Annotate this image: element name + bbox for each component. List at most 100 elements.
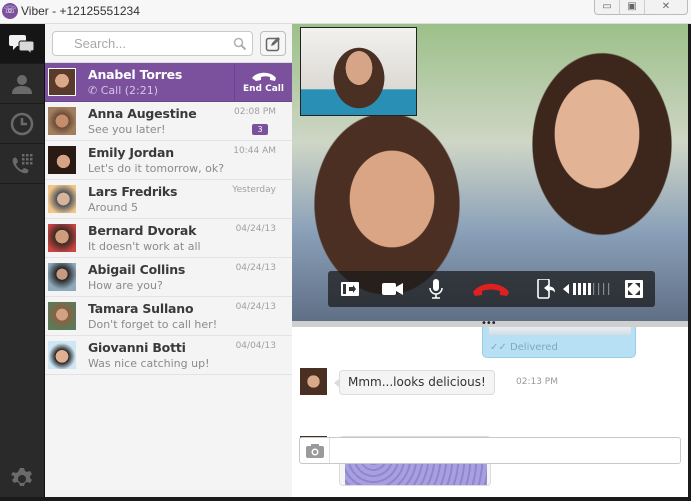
double-check-icon: ✓✓ [490, 342, 510, 353]
volume-control[interactable] [563, 279, 613, 299]
conversation-item[interactable]: Anna Augestine See you later! 02:08 PM 3 [45, 102, 292, 141]
chat-bubbles-icon [9, 34, 35, 55]
volume-bar [593, 283, 595, 295]
person-icon [12, 74, 32, 94]
title-bar: ☏ Viber - +12125551234 ▭ ▣ ✕ [0, 0, 691, 24]
message-time: 10:44 AM [233, 146, 276, 156]
gear-icon [11, 467, 32, 486]
contact-name: Anabel Torres [88, 67, 183, 82]
maximize-button[interactable]: ▣ [620, 0, 645, 14]
fullscreen-button[interactable] [623, 279, 645, 299]
message-time: 04/24/13 [235, 302, 276, 312]
message-time: 02:13 PM [516, 377, 558, 387]
nav-recents-button[interactable] [0, 104, 44, 144]
last-message: Let's do it tomorrow, ok? [88, 162, 225, 175]
hang-up-icon [251, 72, 276, 81]
volume-bar [583, 283, 586, 295]
conversation-item[interactable]: Giovanni Botti Was nice catching up! 04/… [45, 336, 292, 375]
outgoing-message: ✓✓ Delivered [482, 327, 636, 358]
last-message: See you later! [88, 123, 166, 136]
call-status: ✆ Call (2:21) [88, 84, 158, 97]
compose-icon [265, 36, 280, 51]
message-time: 04/04/13 [235, 341, 276, 351]
volume-icon [563, 283, 610, 295]
video-toggle-button[interactable] [381, 279, 405, 299]
camera-icon [305, 443, 324, 458]
avatar [48, 146, 76, 174]
hang-up-icon [473, 283, 509, 296]
search-icon [233, 37, 247, 51]
avatar [48, 224, 76, 252]
call-controls-bar [328, 271, 655, 307]
avatar [300, 368, 327, 395]
contact-name: Tamara Sullano [88, 301, 194, 316]
contact-name: Abigail Collins [88, 262, 186, 277]
unread-badge: 3 [252, 124, 268, 135]
sent-image [489, 327, 631, 335]
last-message: Was nice catching up! [88, 357, 210, 370]
last-message: It doesn't work at all [88, 240, 201, 253]
volume-bar [578, 283, 581, 295]
search-bar [45, 24, 292, 63]
volume-bar [608, 283, 610, 295]
message-input[interactable] [334, 441, 674, 460]
chat-view: ••• ✓✓ Delivered Mmm...looks delicious! … [292, 318, 688, 497]
message-composer [299, 437, 681, 464]
self-video-preview [300, 27, 417, 116]
clock-icon [10, 112, 34, 135]
settings-button[interactable] [0, 460, 44, 497]
last-message: How are you? [88, 279, 163, 292]
transfer-to-mobile-button[interactable] [535, 279, 557, 299]
volume-bar [588, 283, 591, 295]
conversation-item[interactable]: Tamara Sullano Don't forget to call her!… [45, 297, 292, 336]
message-time: 02:08 PM [234, 107, 276, 117]
contact-name: Anna Augestine [88, 106, 197, 121]
conversation-item[interactable]: Lars Fredriks Around 5 Yesterday [45, 180, 292, 219]
app-frame: Anabel Torres ✆ Call (2:21) End Call Ann… [0, 24, 691, 501]
volume-bar [598, 283, 600, 295]
end-call-button[interactable]: End Call [234, 63, 292, 101]
mute-button[interactable] [426, 279, 446, 299]
microphone-icon [429, 279, 443, 299]
search-input[interactable] [74, 34, 224, 53]
nav-contacts-button[interactable] [0, 64, 44, 104]
contact-name: Emily Jordan [88, 145, 174, 160]
contact-name: Lars Fredriks [88, 184, 178, 199]
last-message: Don't forget to call her! [88, 318, 218, 331]
phone-keypad-icon [12, 153, 33, 173]
hang-up-button[interactable] [470, 279, 512, 299]
nav-keypad-button[interactable] [0, 144, 44, 184]
conversation-item[interactable]: Abigail Collins How are you? 04/24/13 [45, 258, 292, 297]
delivery-status: ✓✓ Delivered [490, 342, 558, 353]
nav-chats-button[interactable] [0, 24, 44, 64]
left-nav [0, 24, 44, 497]
search-field[interactable] [52, 31, 253, 56]
avatar [48, 68, 76, 96]
window-title: Viber - +12125551234 [21, 4, 140, 18]
conversation-item[interactable]: Bernard Dvorak It doesn't work at all 04… [45, 219, 292, 258]
conversation-item[interactable]: Emily Jordan Let's do it tomorrow, ok? 1… [45, 141, 292, 180]
end-call-label: End Call [243, 84, 284, 94]
contact-name: Bernard Dvorak [88, 223, 197, 238]
compose-button[interactable] [260, 31, 286, 56]
avatar [48, 263, 76, 291]
fullscreen-icon [625, 280, 643, 298]
avatar [48, 302, 76, 330]
transfer-call-button[interactable] [338, 279, 362, 299]
transfer-call-icon [341, 282, 359, 296]
minimize-button[interactable]: ▭ [595, 0, 620, 14]
conversation-item-active[interactable]: Anabel Torres ✆ Call (2:21) End Call [45, 63, 292, 102]
avatar [48, 185, 76, 213]
close-button[interactable]: ✕ [645, 0, 687, 14]
video-call-view [292, 24, 688, 321]
conversation-sidebar: Anabel Torres ✆ Call (2:21) End Call Ann… [44, 24, 292, 497]
transfer-to-mobile-icon [537, 279, 555, 299]
window-controls: ▭ ▣ ✕ [594, 0, 688, 15]
call-duration: Call (2:21) [100, 84, 159, 97]
message-time: 04/24/13 [235, 224, 276, 234]
contact-name: Giovanni Botti [88, 340, 186, 355]
attach-photo-button[interactable] [300, 438, 330, 463]
delivery-status-text: Delivered [509, 342, 558, 353]
volume-bar [573, 283, 576, 295]
message-time: Yesterday [232, 185, 276, 195]
